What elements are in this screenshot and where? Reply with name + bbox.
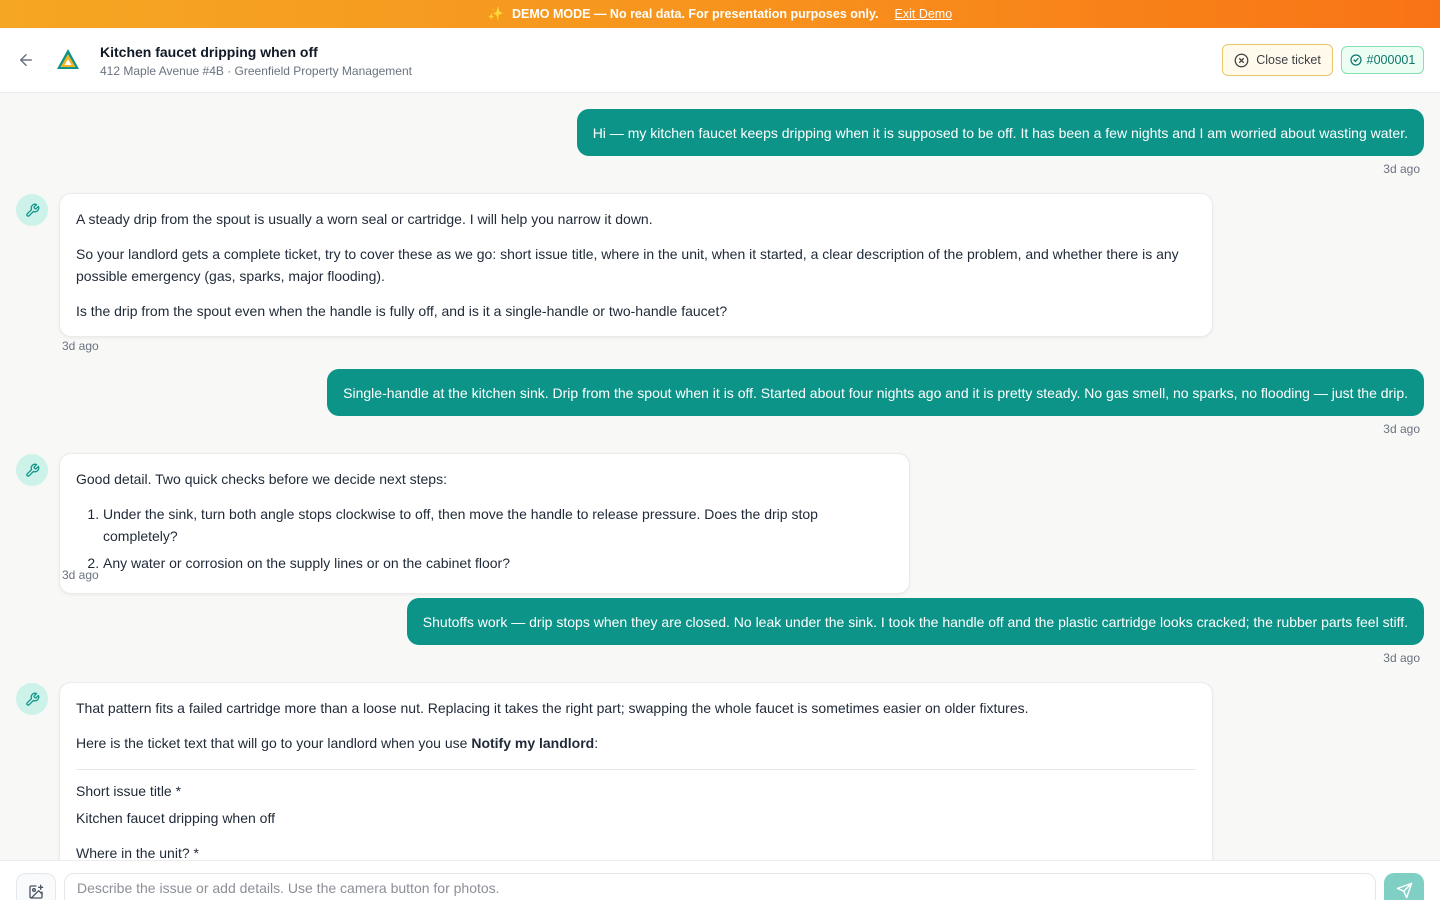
message-timestamp: 3d ago	[62, 339, 99, 353]
user-message: Single-handle at the kitchen sink. Drip …	[327, 369, 1424, 416]
message-paragraph: That pattern fits a failed cartridge mor…	[76, 700, 1029, 716]
assistant-message: A steady drip from the spout is usually …	[59, 193, 1213, 337]
assistant-avatar	[16, 454, 48, 486]
image-plus-icon	[29, 884, 44, 899]
arrow-left-icon	[20, 54, 32, 66]
message-paragraph: Good detail. Two quick checks before we …	[76, 471, 447, 487]
divider	[76, 769, 1196, 770]
ticket-title: Kitchen faucet dripping when off	[100, 44, 318, 60]
x-circle-icon	[1234, 53, 1249, 67]
message-timestamp: 3d ago	[1383, 422, 1420, 436]
demo-banner: ✨ DEMO MODE — No real data. For presenta…	[0, 0, 1440, 28]
assistant-avatar	[16, 683, 48, 715]
wrench-icon	[25, 463, 39, 477]
field-value: Kitchen faucet dripping when off	[76, 810, 275, 826]
assistant-message: That pattern fits a failed cartridge mor…	[59, 682, 1213, 882]
message-composer	[0, 860, 1440, 900]
wrench-icon	[25, 692, 39, 706]
sparkles-icon: ✨	[487, 6, 505, 21]
exit-demo-link[interactable]: Exit Demo	[895, 7, 953, 21]
notify-landlord-mention: Notify my landlord	[471, 735, 595, 751]
message-paragraph: Is the drip from the spout even when the…	[76, 303, 728, 319]
wrench-icon	[25, 203, 39, 217]
close-ticket-label: Close ticket	[1256, 53, 1321, 67]
user-message: Shutoffs work — drip stops when they are…	[406, 598, 1424, 645]
user-message: Hi — my kitchen faucet keeps dripping wh…	[576, 109, 1424, 156]
field-label: Short issue title *	[76, 783, 182, 799]
ticket-id-label: #000001	[1366, 53, 1416, 67]
triangle-logo	[57, 49, 79, 69]
ticket-subtitle: 412 Maple Avenue #4B · Greenfield Proper…	[100, 64, 412, 78]
list-item: Any water or corrosion on the supply lin…	[103, 552, 893, 574]
list-item: Under the sink, turn both angle stops cl…	[103, 503, 893, 547]
close-ticket-button[interactable]: Close ticket	[1222, 44, 1333, 76]
message-input[interactable]	[64, 873, 1376, 900]
message-paragraph: So your landlord gets a complete ticket,…	[76, 246, 1179, 284]
assistant-avatar	[16, 194, 48, 226]
send-icon	[1396, 882, 1412, 899]
back-button[interactable]	[14, 48, 38, 72]
message-paragraph: A steady drip from the spout is usually …	[76, 211, 653, 227]
text-segment: :	[594, 735, 599, 751]
ticket-header: Kitchen faucet dripping when off 412 Map…	[0, 28, 1440, 93]
demo-banner-text: DEMO MODE — No real data. For presentati…	[512, 7, 879, 21]
message-paragraph: Here is the ticket text that will go to …	[76, 732, 1196, 754]
check-list: Under the sink, turn both angle stops cl…	[103, 503, 893, 574]
message-timestamp: 3d ago	[1383, 162, 1420, 176]
check-circle-icon	[1350, 54, 1362, 66]
add-photo-button[interactable]	[16, 873, 56, 900]
send-button[interactable]	[1384, 873, 1424, 900]
message-timestamp: 3d ago	[62, 568, 99, 582]
message-timestamp: 3d ago	[1383, 651, 1420, 665]
text-segment: Here is the ticket text that will go to …	[76, 735, 472, 751]
ticket-id-badge: #000001	[1341, 46, 1424, 74]
assistant-message: Good detail. Two quick checks before we …	[59, 453, 910, 594]
